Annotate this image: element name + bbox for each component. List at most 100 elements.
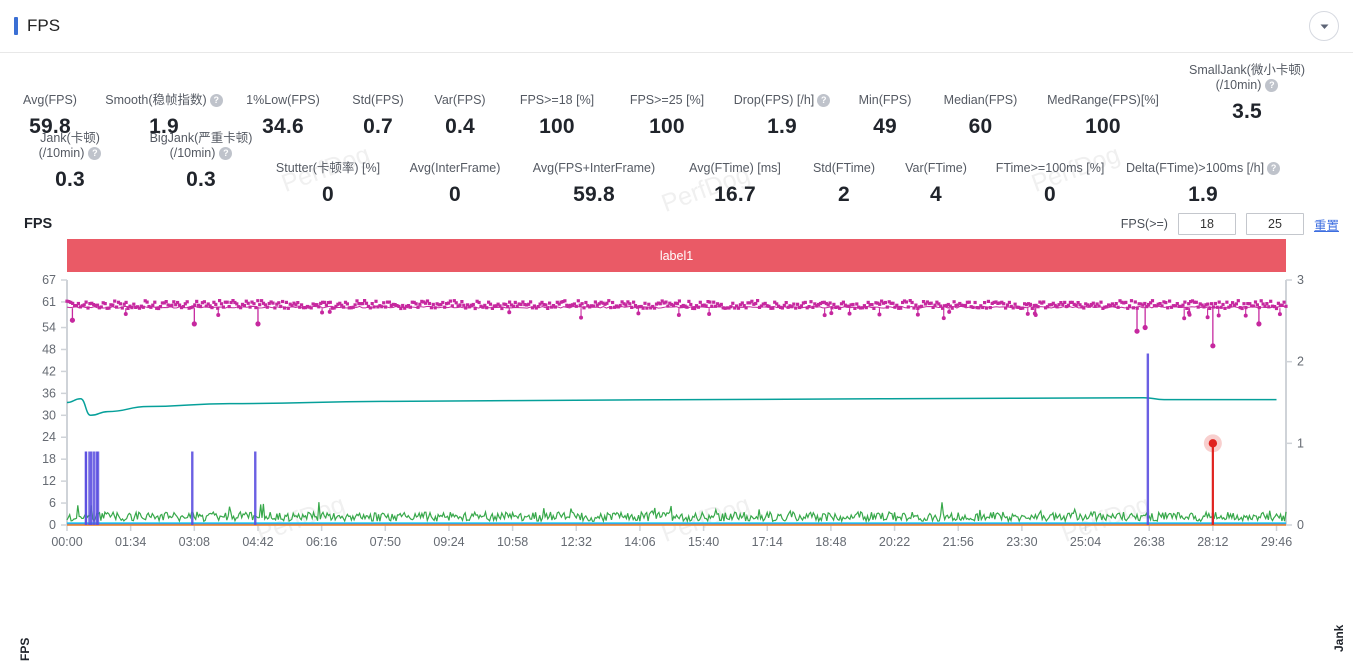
help-icon[interactable]: ? [210,94,223,107]
panel-header: FPS [0,0,1353,53]
chart-toolbar: FPS FPS(>=) 重置 [0,209,1353,239]
svg-text:20:22: 20:22 [879,535,910,549]
metric-label: Var(FPS) [434,93,485,108]
metric-card: Drop(FPS) [/h]?1.9 [722,63,842,125]
metric-label: FPS>=25 [%] [630,93,704,108]
svg-text:61: 61 [42,295,56,309]
metric-card: Std(FTime)2 [798,131,890,203]
chevron-down-icon [1318,20,1331,33]
svg-text:23:30: 23:30 [1006,535,1037,549]
metric-label-text: Var(FTime) [905,161,967,176]
metric-label-text: Avg(FPS) [23,93,77,108]
metric-label: Drop(FPS) [/h]? [734,93,831,108]
metric-label: Avg(FTime) [ms] [689,161,781,176]
metric-label: Stutter(卡顿率) [%] [276,161,380,176]
metric-card: SmallJank(微小卡顿)(/10min)? 3.5 [1173,63,1321,125]
svg-text:18:48: 18:48 [815,535,846,549]
svg-text:54: 54 [42,321,56,335]
metric-label: Avg(InterFrame) [410,161,501,176]
metric-label: Delta(FTime)>100ms [/h]? [1126,161,1280,176]
svg-text:6: 6 [49,496,56,510]
help-icon[interactable]: ? [219,147,232,160]
svg-text:30: 30 [42,408,56,422]
metric-label-text: Std(FPS) [352,93,403,108]
metric-value: 0 [449,183,461,207]
metric-value: 0 [1044,183,1056,207]
metric-label-sub: (/10min) [170,146,216,160]
metric-label-text: FPS>=25 [%] [630,93,704,108]
svg-text:0: 0 [1297,518,1304,532]
metric-label-text: Avg(FPS+InterFrame) [533,161,655,176]
metric-card: FTime>=100ms [%]0 [982,131,1118,203]
svg-text:04:42: 04:42 [242,535,273,549]
svg-text:03:08: 03:08 [179,535,210,549]
metric-label-sub: (/10min) [39,146,85,160]
svg-text:06:16: 06:16 [306,535,337,549]
help-icon[interactable]: ? [1265,79,1278,92]
metric-label: Jank(卡顿)(/10min)? [7,131,133,161]
metric-label-text: MedRange(FPS)[%] [1047,93,1159,108]
svg-text:17:14: 17:14 [752,535,783,549]
metric-label-text: Smooth(稳帧指数) [105,93,206,108]
metric-label: Avg(FPS+InterFrame) [533,161,655,176]
collapse-panel-button[interactable] [1309,11,1339,41]
fps-threshold-label: FPS(>=) [1121,217,1168,231]
help-icon[interactable]: ? [88,147,101,160]
metric-label-line2: (/10min)? [7,146,133,161]
metric-card: BigJank(严重卡顿)(/10min)?0.3 [140,131,262,203]
metric-card: FPS>=25 [%]100 [612,63,722,125]
metric-label-text: Drop(FPS) [/h] [734,93,815,108]
fps-plot[interactable]: 0612182430364248546167012300:0001:3403:0… [0,272,1353,567]
metrics-row-secondary: Jank(卡顿)(/10min)?0.3BigJank(严重卡顿)(/10min… [0,131,1353,203]
metric-label-text: 1%Low(FPS) [246,93,320,108]
svg-text:07:50: 07:50 [370,535,401,549]
y-axis-title-right: Jank [1332,625,1346,652]
svg-text:14:06: 14:06 [624,535,655,549]
metrics-summary: Avg(FPS)59.8Smooth(稳帧指数)?1.91%Low(FPS)34… [0,53,1353,203]
metric-card: Stutter(卡顿率) [%]0 [262,131,394,203]
svg-text:36: 36 [42,386,56,400]
metric-card: Avg(FTime) [ms]16.7 [672,131,798,203]
chart-title: FPS [24,216,52,232]
metric-label-text: Avg(FTime) [ms] [689,161,781,176]
svg-text:48: 48 [42,342,56,356]
help-icon[interactable]: ? [817,94,830,107]
svg-text:42: 42 [42,364,56,378]
reset-thresholds-link[interactable]: 重置 [1314,215,1339,234]
fps-threshold-low-input[interactable] [1178,213,1236,235]
metric-label: BigJank(严重卡顿)(/10min)? [140,131,262,161]
metric-label: Min(FPS) [859,93,912,108]
metric-card: Smooth(稳帧指数)?1.9 [100,63,228,125]
svg-text:3: 3 [1297,273,1304,287]
metric-value: 0.3 [55,168,85,192]
metric-label: FPS>=18 [%] [520,93,594,108]
help-icon[interactable]: ? [1267,162,1280,175]
metrics-row-primary: Avg(FPS)59.8Smooth(稳帧指数)?1.91%Low(FPS)34… [0,63,1353,125]
scene-label-band[interactable]: label1 [67,239,1286,272]
metric-label-line1: BigJank(严重卡顿) [140,131,262,146]
svg-text:15:40: 15:40 [688,535,719,549]
metric-card: Var(FTime)4 [890,131,982,203]
svg-text:10:58: 10:58 [497,535,528,549]
metric-card: Std(FPS)0.7 [338,63,418,125]
metric-value: 0 [322,183,334,207]
metric-label: SmallJank(微小卡顿)(/10min)? [1173,63,1321,93]
fps-threshold-high-input[interactable] [1246,213,1304,235]
metric-value: 3.5 [1232,100,1262,124]
svg-text:25:04: 25:04 [1070,535,1101,549]
metric-card: FPS>=18 [%]100 [502,63,612,125]
metric-label-text: Stutter(卡顿率) [%] [276,161,380,176]
metric-value: 4 [930,183,942,207]
svg-text:21:56: 21:56 [943,535,974,549]
svg-text:2: 2 [1297,355,1304,369]
metric-card: MedRange(FPS)[%]100 [1033,63,1173,125]
metric-card: Min(FPS)49 [842,63,928,125]
svg-text:12:32: 12:32 [561,535,592,549]
metric-label-sub: (/10min) [1216,78,1262,92]
metric-label: Var(FTime) [905,161,967,176]
metric-value: 2 [838,183,850,207]
metric-card: Avg(FPS+InterFrame)59.8 [516,131,672,203]
metric-value: 1.9 [1188,183,1218,207]
metric-value: 0.3 [186,168,216,192]
metric-label: Avg(FPS) [23,93,77,108]
